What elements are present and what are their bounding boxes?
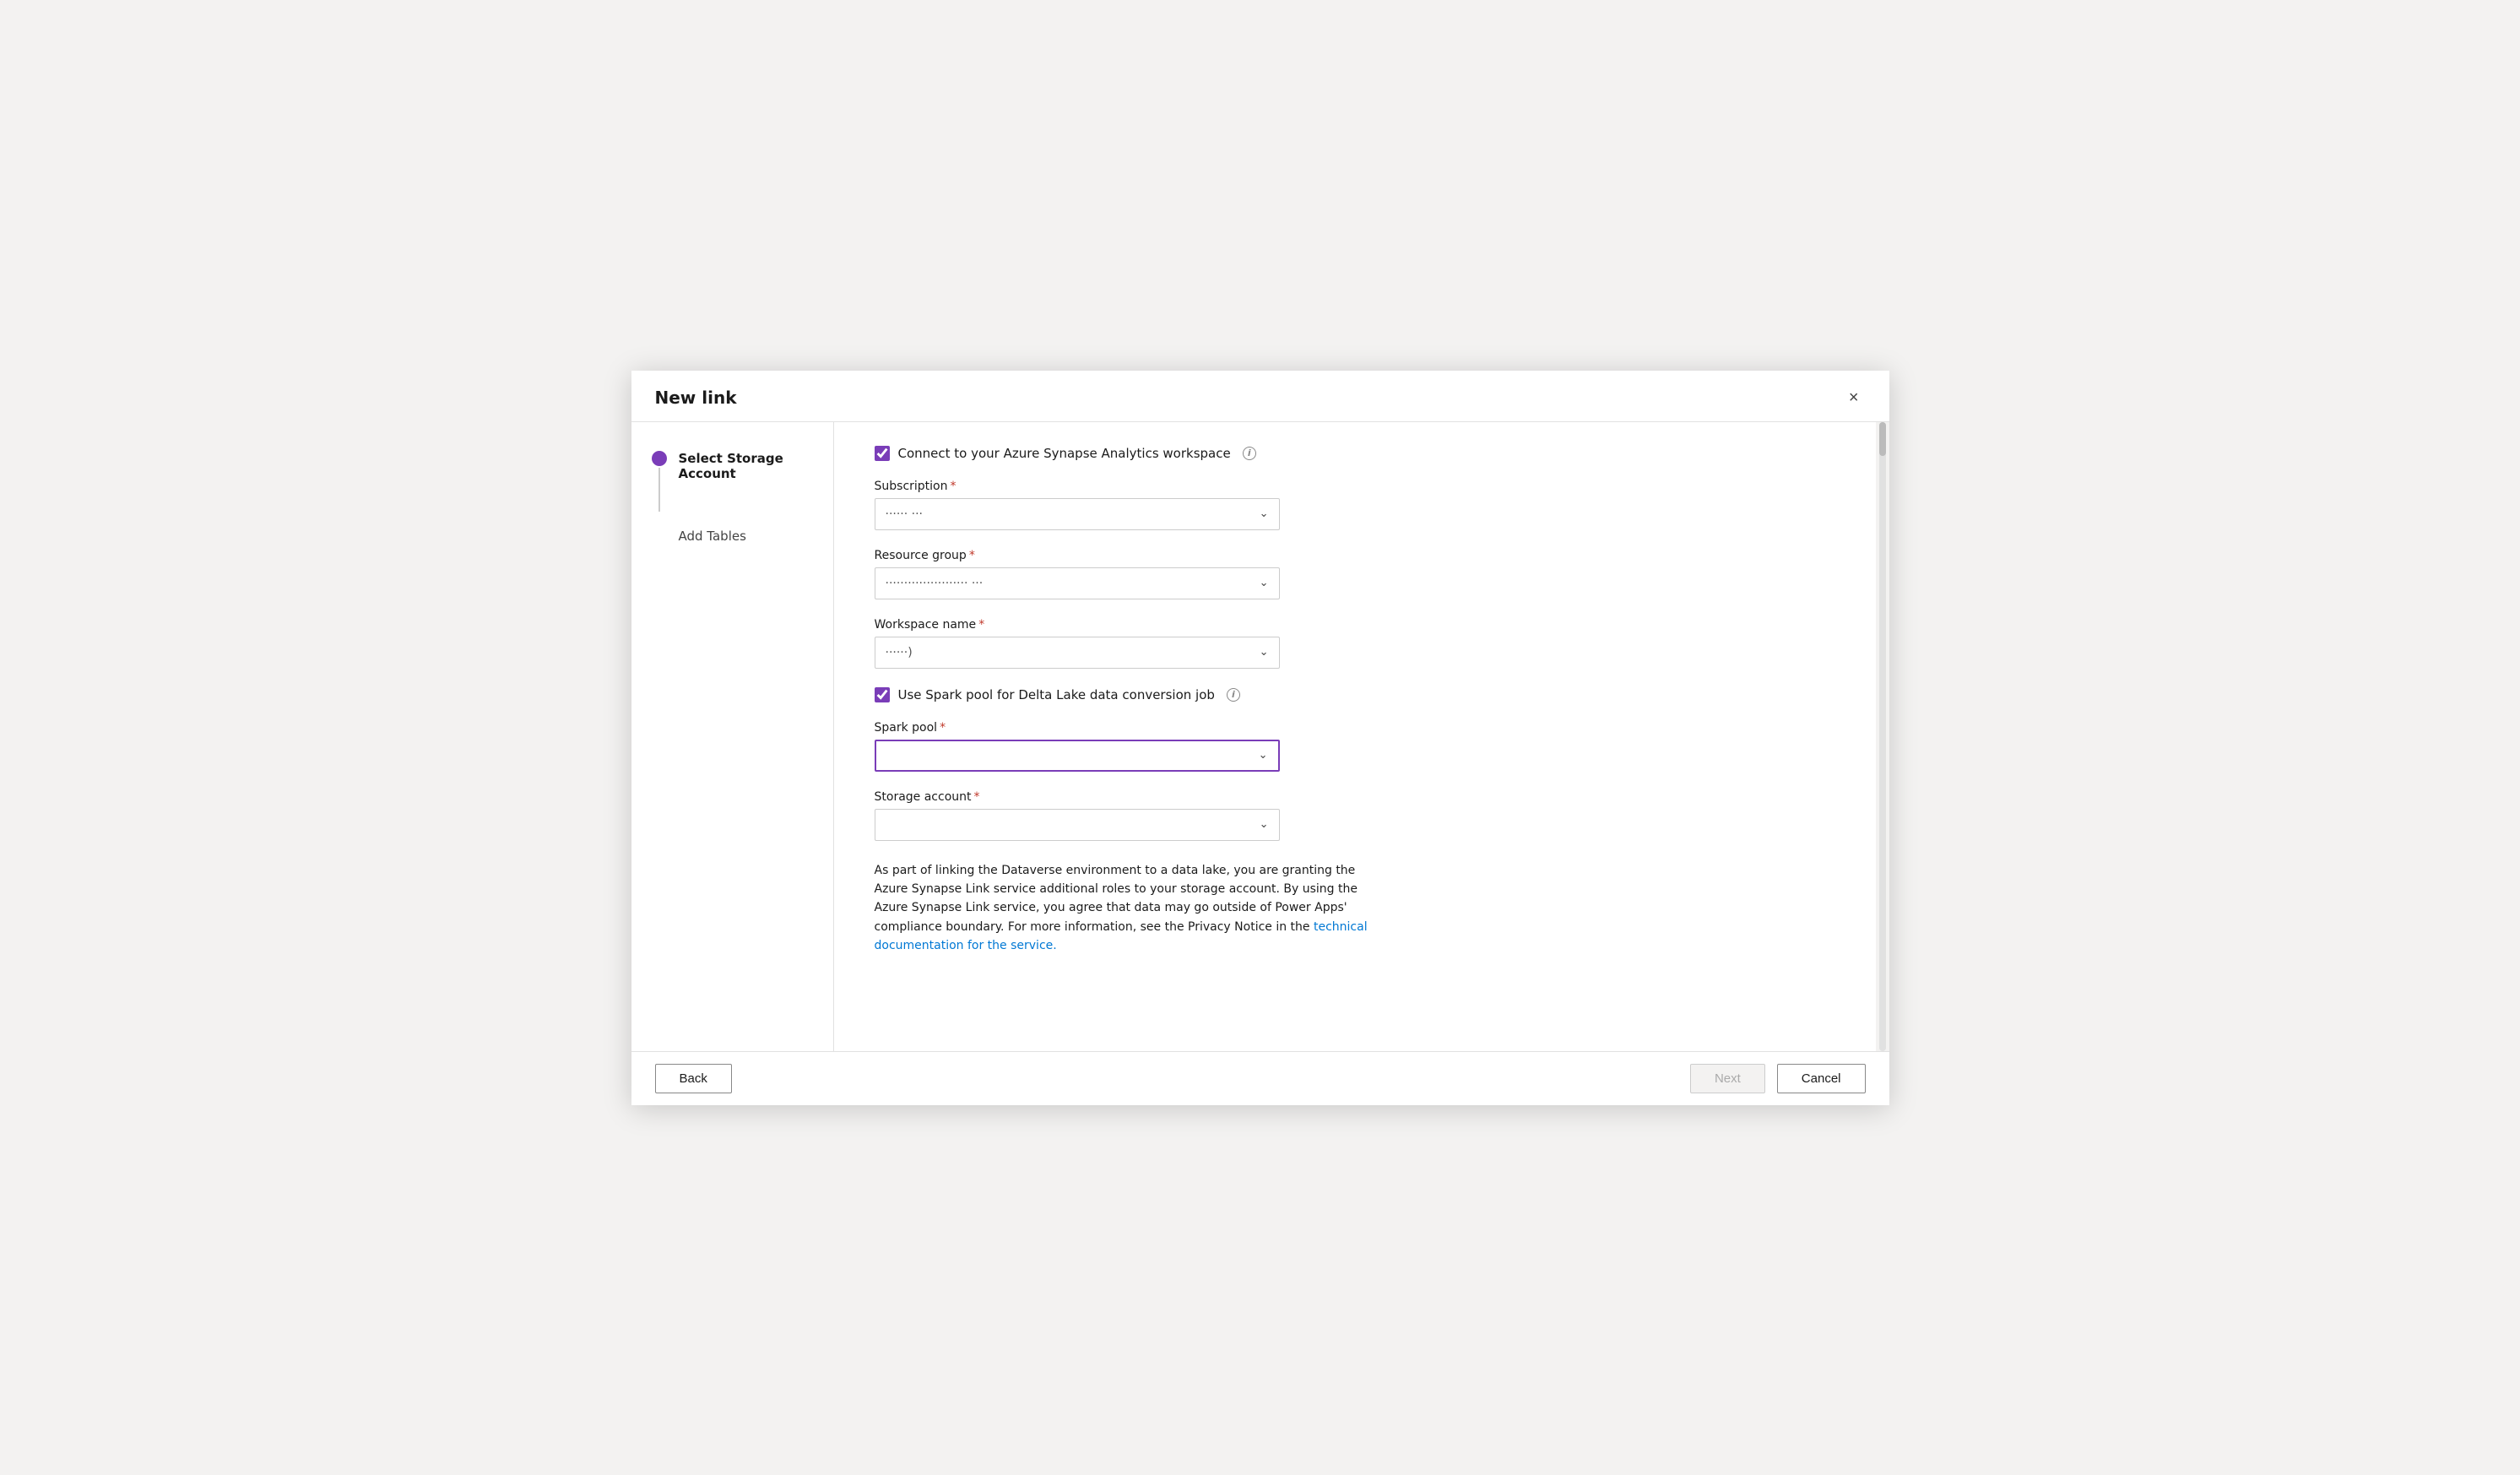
subscription-required-star: *: [951, 480, 957, 493]
back-button[interactable]: Back: [655, 1064, 732, 1093]
subscription-chevron-icon: ⌄: [1260, 507, 1269, 520]
dialog-header: New link ×: [631, 371, 1889, 422]
subscription-field-group: Subscription * ······ ··· ⌄: [875, 480, 1381, 530]
subscription-label: Subscription *: [875, 480, 1381, 493]
workspace-name-value: ······): [886, 646, 913, 659]
resource-group-required-star: *: [969, 549, 975, 562]
storage-account-required-star: *: [974, 790, 980, 804]
storage-account-chevron-icon: ⌄: [1260, 818, 1269, 831]
cancel-button[interactable]: Cancel: [1777, 1064, 1866, 1093]
spark-pool-field-label: Spark pool *: [875, 721, 1381, 735]
spark-pool-info-icon: i: [1227, 688, 1240, 702]
step-1-dot: [652, 451, 667, 466]
resource-group-chevron-icon: ⌄: [1260, 577, 1269, 589]
main-content: Connect to your Azure Synapse Analytics …: [834, 422, 1876, 1051]
storage-account-dropdown[interactable]: ⌄: [875, 809, 1280, 841]
dialog-body: Select Storage Account Add Tables Connec…: [631, 422, 1889, 1051]
spark-pool-field-group: Spark pool * ⌄: [875, 721, 1381, 772]
connect-synapse-checkbox[interactable]: [875, 446, 890, 461]
workspace-name-chevron-icon: ⌄: [1260, 646, 1269, 659]
step-1-label: Select Storage Account: [679, 451, 813, 481]
storage-account-label: Storage account *: [875, 790, 1381, 804]
form-section: Connect to your Azure Synapse Analytics …: [875, 446, 1381, 956]
new-link-dialog: New link × Select Storage Account Add Ta…: [631, 371, 1889, 1105]
resource-group-field-group: Resource group * ······················ …: [875, 549, 1381, 599]
next-button[interactable]: Next: [1690, 1064, 1765, 1093]
resource-group-dropdown[interactable]: ······················ ··· ⌄: [875, 567, 1280, 599]
subscription-value: ······ ···: [886, 507, 924, 521]
step-2-label: Add Tables: [679, 529, 813, 544]
spark-pool-row: Use Spark pool for Delta Lake data conve…: [875, 687, 1381, 702]
resource-group-label: Resource group *: [875, 549, 1381, 562]
subscription-dropdown[interactable]: ······ ··· ⌄: [875, 498, 1280, 530]
sidebar: Select Storage Account Add Tables: [631, 422, 834, 1051]
info-text: As part of linking the Dataverse environ…: [875, 861, 1381, 956]
storage-account-field-group: Storage account * ⌄: [875, 790, 1381, 841]
dialog-footer: Back Next Cancel: [631, 1051, 1889, 1105]
spark-pool-dropdown[interactable]: ⌄: [875, 740, 1280, 772]
resource-group-value: ······················ ···: [886, 577, 984, 590]
connect-synapse-label: Connect to your Azure Synapse Analytics …: [898, 446, 1231, 461]
spark-pool-required-star: *: [940, 721, 946, 735]
connect-synapse-row: Connect to your Azure Synapse Analytics …: [875, 446, 1381, 461]
spark-pool-checkbox[interactable]: [875, 687, 890, 702]
dialog-title: New link: [655, 388, 737, 408]
step-1-indicator: [652, 449, 667, 512]
scrollbar-area: [1876, 422, 1889, 1051]
info-text-body: As part of linking the Dataverse environ…: [875, 864, 1358, 934]
workspace-name-required-star: *: [978, 618, 984, 632]
step-1: Select Storage Account Add Tables: [652, 449, 813, 544]
spark-pool-chevron-icon: ⌄: [1259, 749, 1268, 762]
step-1-line: [658, 468, 660, 512]
connect-synapse-info-icon: i: [1243, 447, 1256, 460]
workspace-name-field-group: Workspace name * ······) ⌄: [875, 618, 1381, 669]
workspace-name-label: Workspace name *: [875, 618, 1381, 632]
spark-pool-label: Use Spark pool for Delta Lake data conve…: [898, 687, 1215, 702]
close-button[interactable]: ×: [1842, 386, 1866, 409]
workspace-name-dropdown[interactable]: ······) ⌄: [875, 637, 1280, 669]
